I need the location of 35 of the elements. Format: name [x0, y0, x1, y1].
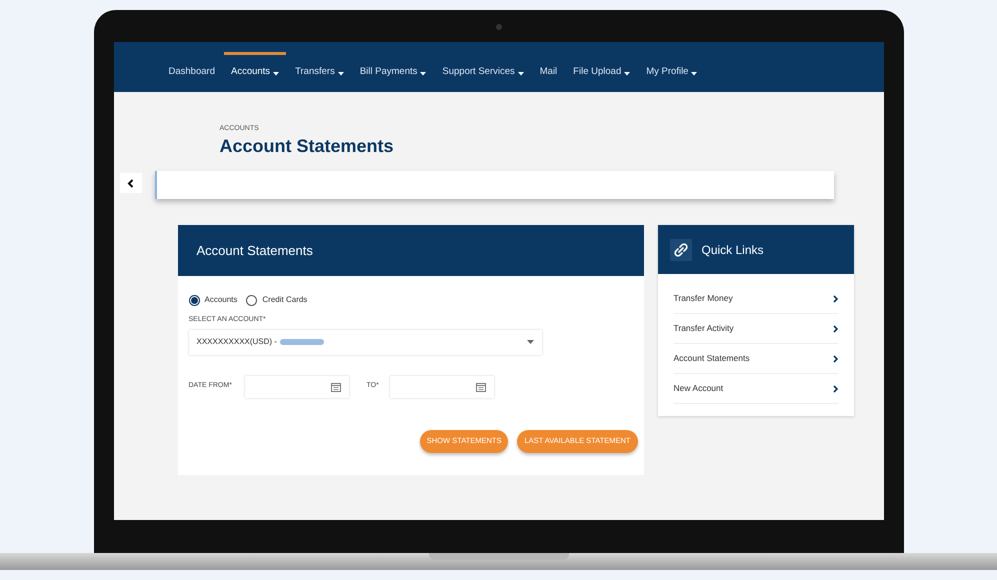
calendar-icon [330, 382, 340, 392]
calendar-icon [476, 382, 486, 392]
chevron-right-icon [832, 354, 838, 362]
date-to-field[interactable] [390, 376, 494, 398]
nav-tab[interactable]: Mail [532, 42, 564, 92]
date-from-field[interactable] [244, 376, 348, 398]
page-title: Account Statements [220, 134, 395, 157]
radio-button[interactable] [246, 294, 258, 306]
nav-tab[interactable]: Support Services [435, 42, 531, 92]
back-button[interactable] [120, 173, 142, 193]
nav-tab[interactable]: My Profile [639, 42, 704, 92]
account-select[interactable]: XXXXXXXXXX(USD) - [188, 330, 542, 354]
radio-label: Accounts [204, 294, 238, 306]
nav-tab[interactable]: File Upload [566, 42, 638, 92]
nav-tab[interactable]: Transfers [288, 42, 351, 92]
card-title: Account Statements [196, 242, 313, 260]
quick-links-title: Quick Links [702, 242, 764, 258]
chevron-right-icon [832, 324, 838, 332]
quick-link[interactable]: Transfer Money [674, 284, 838, 314]
quick-link[interactable]: Account Statements [674, 344, 838, 374]
chevron-right-icon [832, 294, 838, 302]
link-icon [670, 238, 692, 260]
redacted-text [280, 339, 324, 345]
radio-button[interactable] [188, 294, 200, 306]
nav-tab[interactable]: Dashboard [162, 42, 222, 92]
chevron-right-icon [832, 384, 838, 392]
nav-tab[interactable]: Bill Payments [352, 42, 434, 92]
camera-icon [496, 24, 502, 30]
quick-link[interactable]: New Account [674, 374, 838, 404]
chevron-left-icon [127, 178, 134, 188]
account-value: XXXXXXXXXX(USD) - [196, 336, 277, 348]
nav-tab[interactable]: Accounts [224, 42, 286, 92]
radio-label: Credit Cards [262, 294, 308, 306]
caret-down-icon [526, 340, 534, 344]
quick-link[interactable]: Transfer Activity [674, 314, 838, 344]
